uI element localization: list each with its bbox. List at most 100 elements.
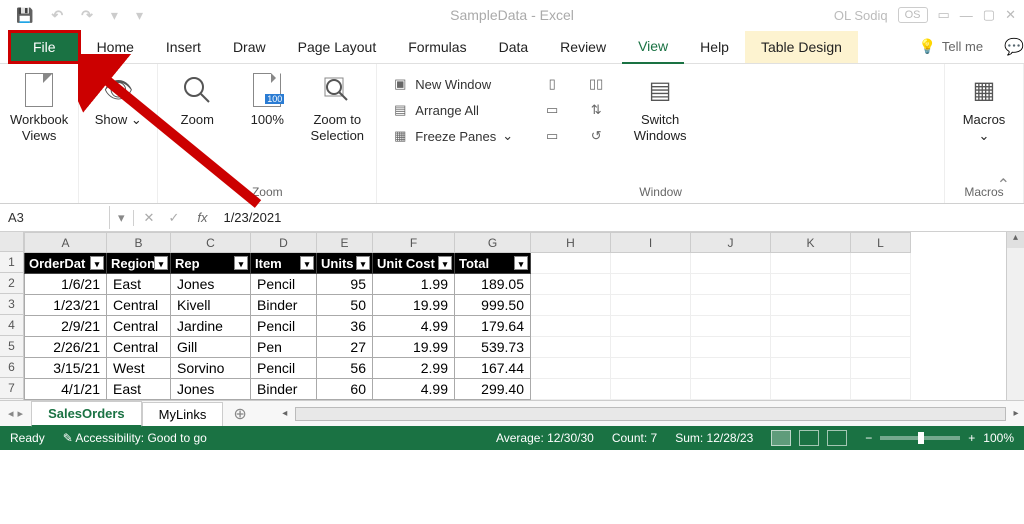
redo-button[interactable]: ↷: [81, 7, 93, 24]
view-side-button[interactable]: ▯▯: [583, 72, 609, 96]
split-button[interactable]: ▯: [539, 72, 565, 96]
qat-dropdown-icon[interactable]: ▾: [111, 7, 118, 24]
normal-view-button[interactable]: [771, 430, 791, 446]
page-layout-view-button[interactable]: [799, 430, 819, 446]
sync-scroll-button[interactable]: ⇅: [583, 98, 609, 122]
arrange-all-button[interactable]: ▤Arrange All: [387, 98, 517, 122]
enter-formula-icon[interactable]: ✓: [168, 210, 179, 226]
freeze-panes-button[interactable]: ▦Freeze Panes ⌄: [387, 124, 517, 148]
row-header[interactable]: 4: [0, 315, 23, 336]
macros-icon: ▦: [966, 72, 1002, 108]
formula-input[interactable]: 1/23/2021: [215, 206, 1024, 229]
zoom-to-selection-button[interactable]: Zoom to Selection: [308, 68, 366, 143]
tab-insert[interactable]: Insert: [150, 31, 217, 63]
table-header[interactable]: Unit Cost▾: [373, 253, 455, 274]
name-box-dropdown[interactable]: ▾: [110, 210, 134, 226]
scroll-right-icon[interactable]: ▸: [1008, 408, 1024, 419]
sheet-tab-salesorders[interactable]: SalesOrders: [31, 401, 142, 427]
col-header-H[interactable]: H: [531, 233, 611, 253]
table-row[interactable]: 2/26/21CentralGillPen2719.99539.73: [25, 337, 911, 358]
col-header-J[interactable]: J: [691, 233, 771, 253]
tab-help[interactable]: Help: [684, 31, 745, 63]
table-header[interactable]: Item▾: [251, 253, 317, 274]
tab-view[interactable]: View: [622, 30, 684, 64]
tab-home[interactable]: Home: [81, 31, 150, 63]
tab-draw[interactable]: Draw: [217, 31, 282, 63]
tell-me-search[interactable]: 💡 Tell me: [918, 38, 998, 55]
table-row[interactable]: 3/15/21WestSorvinoPencil562.99167.44: [25, 358, 911, 379]
hundred-percent-button[interactable]: 100 100%: [238, 68, 296, 128]
tab-table-design[interactable]: Table Design: [745, 31, 858, 63]
table-row[interactable]: 1/23/21CentralKivellBinder5019.99999.50: [25, 295, 911, 316]
new-window-button[interactable]: ▣New Window: [387, 72, 517, 96]
show-button[interactable]: 👁 Show ⌄: [89, 68, 147, 128]
comments-icon[interactable]: 💬: [1004, 37, 1024, 57]
zoom-in-button[interactable]: +: [968, 431, 975, 445]
tab-page-layout[interactable]: Page Layout: [282, 31, 393, 63]
qat-more-icon[interactable]: ▾: [136, 7, 143, 24]
select-all-cell[interactable]: [0, 232, 23, 252]
tab-file[interactable]: File: [8, 30, 81, 64]
table-row[interactable]: 2/9/21CentralJardinePencil364.99179.64: [25, 316, 911, 337]
ribbon-display-icon[interactable]: ▭: [938, 7, 950, 23]
sheet-nav-next[interactable]: ▸: [18, 407, 24, 420]
table-header[interactable]: Rep▾: [171, 253, 251, 274]
horizontal-scrollbar[interactable]: ◂ ▸: [277, 407, 1024, 421]
col-header-C[interactable]: C: [171, 233, 251, 253]
unhide-button[interactable]: ▭: [539, 124, 565, 148]
user-name[interactable]: OL Sodiq: [834, 8, 888, 23]
row-header[interactable]: 3: [0, 294, 23, 315]
collapse-ribbon-icon[interactable]: ⌃: [997, 175, 1010, 195]
table-header[interactable]: Total▾: [455, 253, 531, 274]
row-header[interactable]: 6: [0, 357, 23, 378]
maximize-button[interactable]: ▢: [983, 7, 995, 23]
zoom-button[interactable]: Zoom: [168, 68, 226, 128]
row-header[interactable]: 5: [0, 336, 23, 357]
table-header[interactable]: OrderDat▾: [25, 253, 107, 274]
col-header-B[interactable]: B: [107, 233, 171, 253]
scroll-up-icon[interactable]: ▴: [1007, 232, 1024, 248]
zoom-slider[interactable]: − + 100%: [865, 431, 1014, 445]
row-header[interactable]: 2: [0, 273, 23, 294]
switch-windows-button[interactable]: ▤ Switch Windows: [631, 68, 689, 143]
add-sheet-button[interactable]: ⊕: [223, 404, 256, 424]
cancel-formula-icon[interactable]: ✕: [144, 210, 155, 226]
name-box[interactable]: A3: [0, 206, 110, 229]
sheet-nav-prev[interactable]: ◂: [8, 407, 14, 420]
zoom-out-button[interactable]: −: [865, 431, 872, 445]
table-row[interactable]: 1/6/21EastJonesPencil951.99189.05: [25, 274, 911, 295]
col-header-I[interactable]: I: [611, 233, 691, 253]
page-break-view-button[interactable]: [827, 430, 847, 446]
col-header-D[interactable]: D: [251, 233, 317, 253]
vertical-scrollbar[interactable]: ▴: [1006, 232, 1024, 400]
user-avatar[interactable]: OS: [898, 7, 928, 23]
undo-button[interactable]: ↶: [51, 7, 63, 24]
accessibility-status[interactable]: ✎ Accessibility: Good to go: [63, 431, 207, 445]
sheet-tab-mylinks[interactable]: MyLinks: [142, 402, 224, 426]
col-header-K[interactable]: K: [771, 233, 851, 253]
tab-formulas[interactable]: Formulas: [392, 31, 482, 63]
row-header[interactable]: 7: [0, 378, 23, 399]
reset-window-button[interactable]: ↺: [583, 124, 609, 148]
table-row[interactable]: 4/1/21EastJonesBinder604.99299.40: [25, 379, 911, 400]
col-header-L[interactable]: L: [851, 233, 911, 253]
col-header-E[interactable]: E: [317, 233, 373, 253]
fx-icon[interactable]: fx: [189, 210, 215, 225]
tab-data[interactable]: Data: [483, 31, 545, 63]
zoom-level[interactable]: 100%: [983, 431, 1014, 445]
save-icon[interactable]: 💾: [16, 7, 33, 24]
scroll-left-icon[interactable]: ◂: [277, 408, 293, 419]
close-button[interactable]: ✕: [1005, 7, 1016, 23]
tab-review[interactable]: Review: [544, 31, 622, 63]
row-header[interactable]: 1: [0, 252, 23, 273]
table-header[interactable]: Region▾: [107, 253, 171, 274]
status-sum: Sum: 12/28/23: [675, 431, 753, 445]
minimize-button[interactable]: —: [960, 8, 973, 23]
hide-button[interactable]: ▭: [539, 98, 565, 122]
col-header-A[interactable]: A: [25, 233, 107, 253]
col-header-F[interactable]: F: [373, 233, 455, 253]
col-header-G[interactable]: G: [455, 233, 531, 253]
workbook-views-button[interactable]: Workbook Views: [10, 68, 68, 143]
macros-button[interactable]: ▦ Macros⌄: [955, 68, 1013, 143]
table-header[interactable]: Units▾: [317, 253, 373, 274]
